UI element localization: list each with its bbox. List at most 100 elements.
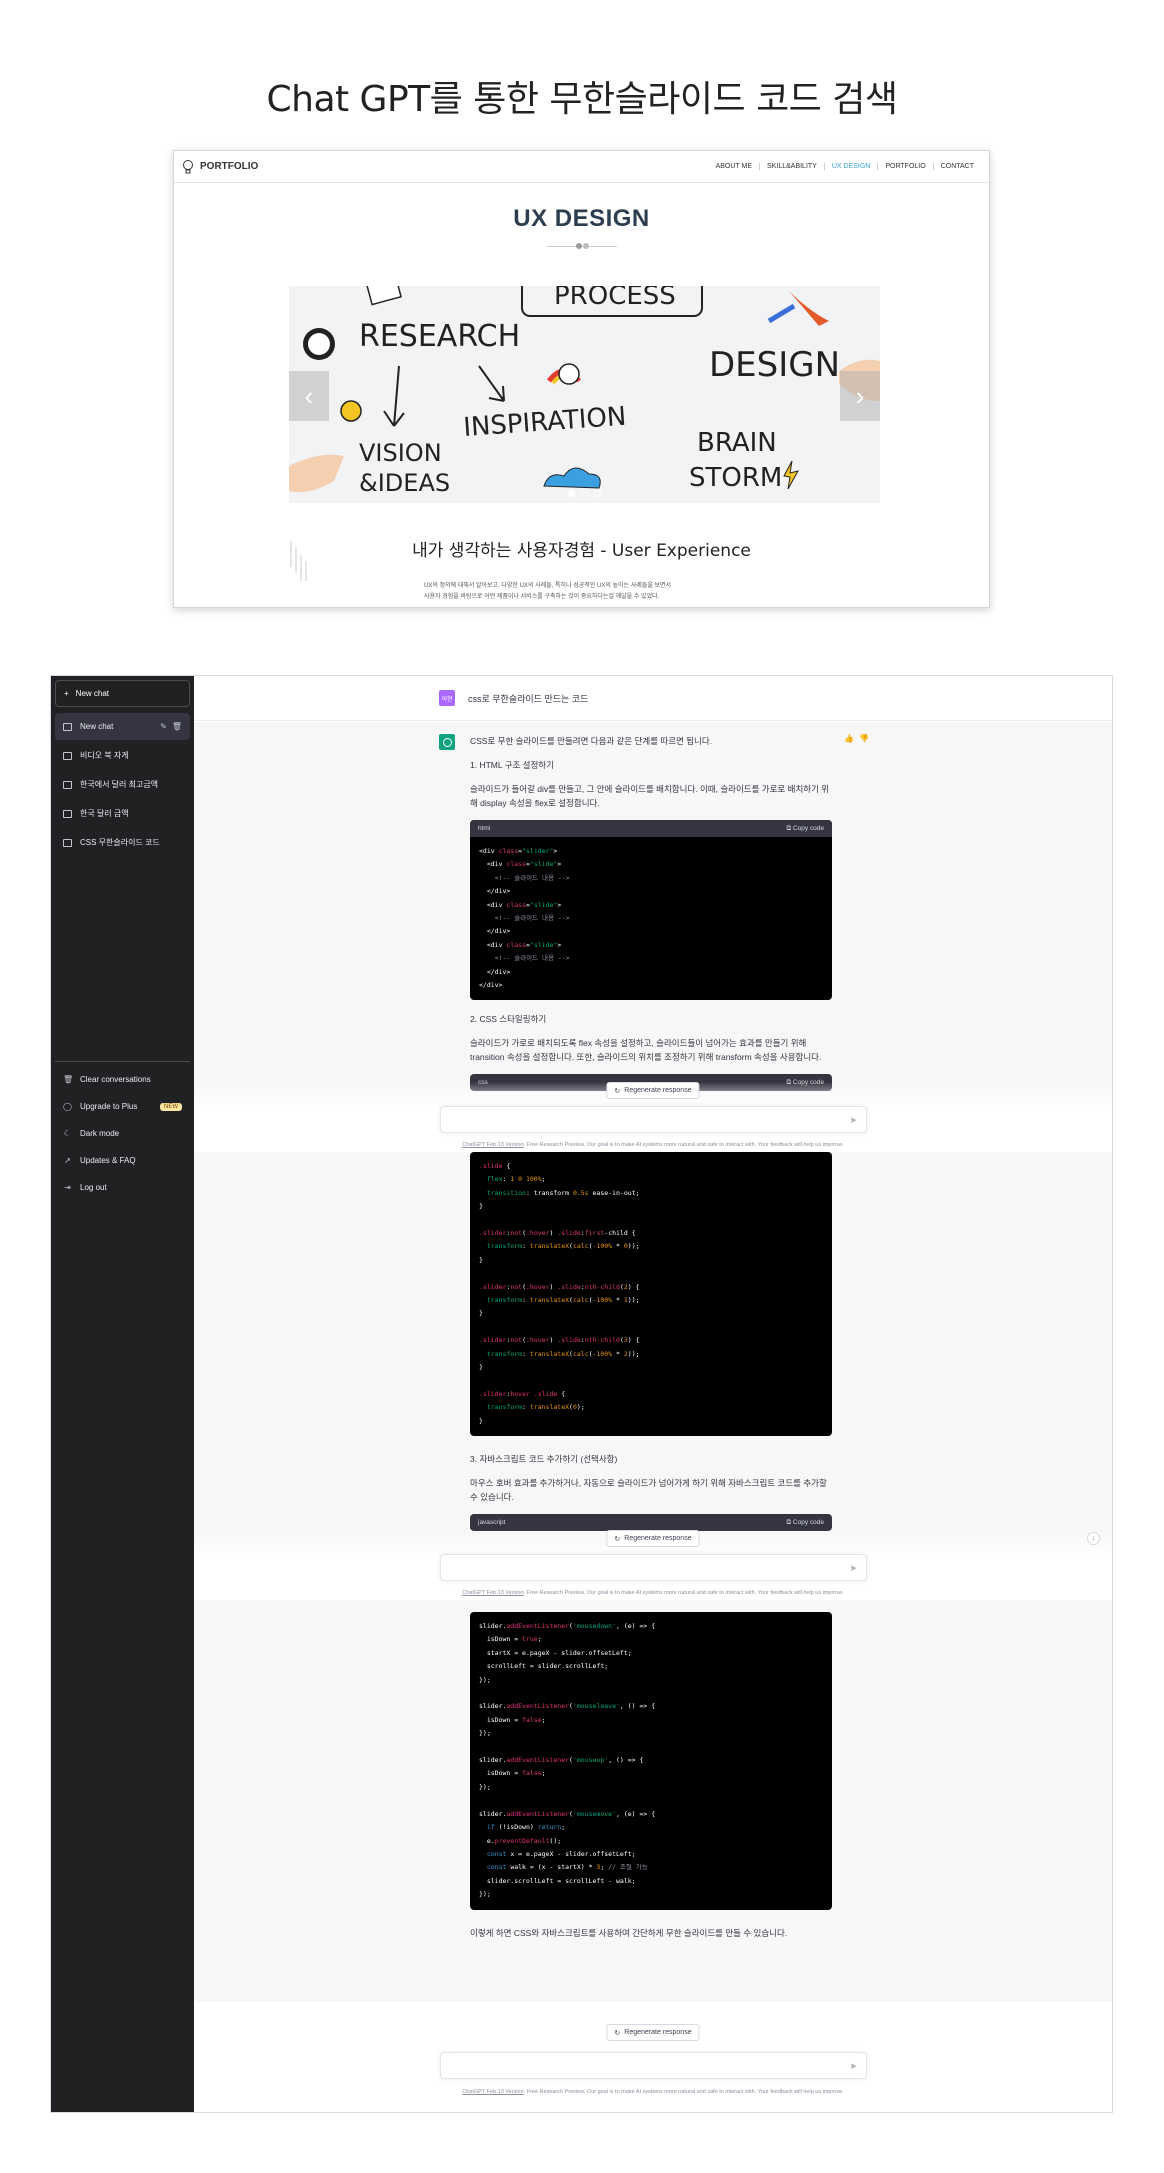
chat-bubble-icon [63, 722, 72, 731]
code-language: javascript [478, 1518, 506, 1526]
dark-mode-label: Dark mode [80, 1129, 120, 1138]
chat-history-list: New chat ✎ 🗑 비디오 북 자게 한국에서 달러 최고금액 한국 달러 … [55, 713, 190, 856]
thumbs-down-icon[interactable]: 👎 [859, 734, 869, 743]
nav-contact[interactable]: CONTACT [932, 163, 981, 170]
lightbulb-icon [183, 159, 193, 173]
step-3-body: 마우스 호버 효과를 추가하거나, 자동으로 슬라이드가 넘어가게 하기 위해 … [470, 1478, 827, 1503]
scroll-down-button[interactable]: ↓ [1087, 1532, 1100, 1545]
thumbs-up-icon[interactable]: 👍 [844, 734, 854, 743]
portfolio-heading: UX DESIGN [513, 205, 650, 232]
version-link[interactable]: ChatGPT Feb 13 Version [462, 1142, 523, 1148]
portfolio-subtitle: 내가 생각하는 사용자경험 - User Experience [412, 541, 751, 561]
footnote-text: . Free Research Preview. Our goal is to … [523, 2089, 844, 2095]
sidebar-item-label: 비디오 북 자게 [80, 751, 129, 760]
slider-prev-button[interactable]: ‹ [289, 371, 329, 421]
chat-bubble-icon [63, 809, 72, 818]
sidebar-item-dollar-max[interactable]: 한국에서 달러 최고금액 [55, 771, 190, 798]
chat-bubble-icon [63, 751, 72, 760]
new-badge: NEW [160, 1102, 182, 1111]
sidebar-item-label: 한국에서 달러 최고금액 [80, 780, 159, 789]
chat-bubble-icon [63, 780, 72, 789]
nav-portfolio[interactable]: PORTFOLIO [877, 163, 932, 170]
copy-code-button[interactable]: ⧉ Copy code [786, 1516, 824, 1530]
sidebar-item-dollar-amount[interactable]: 한국 달러 금액 [55, 800, 190, 827]
portfolio-screenshot: PORTFOLIO ABOUT ME SKILL&ABILITY UX DESI… [173, 150, 990, 608]
slide-word-storm: STORM [689, 463, 782, 493]
trash-icon: 🗑 [63, 1075, 74, 1084]
assistant-intro: CSS로 무한 슬라이드를 만들려면 다음과 같은 단계를 따르면 됩니다. [470, 736, 713, 746]
arrow-down-icon: ↓ [1091, 1535, 1096, 1542]
composer-area: ↻ Regenerate response ➤ ChatGPT Feb 13 Ve… [194, 2002, 1112, 2112]
new-chat-button[interactable]: + New chat [55, 680, 190, 707]
regenerate-label: Regenerate response [624, 2029, 692, 2036]
code-block-js-header: javascript ⧉ Copy code [470, 1514, 832, 1532]
sidebar-item-css-slide[interactable]: CSS 무한슬라이드 코드 [55, 829, 190, 856]
refresh-icon: ↻ [614, 1535, 621, 1543]
page-title: Chat GPT를 통한 무한슬라이드 코드 검색 [266, 79, 898, 120]
slider-dot-3[interactable] [594, 490, 601, 497]
sidebar-item-new-chat[interactable]: New chat ✎ 🗑 [55, 713, 190, 740]
slider-dot-2[interactable] [581, 490, 588, 497]
footnote: ChatGPT Feb 13 Version. Free Research Pr… [194, 1590, 1112, 1596]
step-2-body: 슬라이드가 가로로 배치되도록 flex 속성을 설정하고, 슬라이드들이 넘어… [470, 1038, 822, 1063]
message-input[interactable]: ➤ [440, 1554, 867, 1581]
nav-skill-ability[interactable]: SKILL&ABILITY [759, 163, 824, 170]
external-link-icon: ↗ [64, 1156, 71, 1165]
chatgpt-window: + New chat New chat ✎ 🗑 비디오 북 자게 한국에서 달러 … [50, 675, 1113, 2113]
plus-icon: + [64, 689, 69, 698]
upgrade-plus-button[interactable]: ◯ Upgrade to Plus NEW [55, 1093, 190, 1120]
message-input[interactable]: ➤ [440, 2052, 867, 2079]
slider-dots [289, 490, 880, 497]
version-link[interactable]: ChatGPT Feb 13 Version [462, 1590, 523, 1596]
regenerate-label: Regenerate response [624, 1087, 692, 1094]
logout-button[interactable]: ⇥ Log out [55, 1174, 190, 1201]
ux-process-illustration: PROCESS RESEARCH DESIGN INSPIRATION VISI… [289, 286, 880, 503]
code-language: html [478, 824, 491, 832]
regenerate-response-button[interactable]: ↻ Regenerate response [606, 1530, 700, 1547]
footnote-text: . Free Research Preview. Our goal is to … [523, 1142, 844, 1148]
portfolio-header: PORTFOLIO ABOUT ME SKILL&ABILITY UX DESI… [174, 151, 989, 183]
version-link[interactable]: ChatGPT Feb 13 Version [462, 2089, 523, 2095]
code-block-css: .slide { flex: 1 0 100%; transition: tra… [470, 1152, 832, 1437]
slide-word-brain: BRAIN [697, 428, 777, 458]
portfolio-logo-text: PORTFOLIO [200, 161, 259, 172]
send-icon[interactable]: ➤ [849, 1563, 857, 1574]
nav-ux-design[interactable]: UX DESIGN [823, 163, 878, 170]
nav-about-me[interactable]: ABOUT ME [709, 163, 759, 170]
chatgpt-avatar [439, 734, 455, 750]
user-message-row: 이현 css로 무한슬라이드 만드는 코드 [194, 676, 1112, 721]
footnote-text: . Free Research Preview. Our goal is to … [523, 1590, 844, 1596]
edit-icon[interactable]: ✎ [160, 722, 167, 731]
send-icon[interactable]: ➤ [849, 2061, 857, 2072]
regenerate-response-button[interactable]: ↻ Regenerate response [606, 1082, 700, 1099]
trash-icon[interactable]: 🗑 [172, 722, 182, 731]
heading-divider [546, 241, 617, 251]
copy-code-button[interactable]: ⧉ Copy code [786, 822, 824, 836]
message-input[interactable]: ➤ [440, 1106, 867, 1133]
sidebar-item-video-book[interactable]: 비디오 북 자게 [55, 742, 190, 769]
footnote: ChatGPT Feb 13 Version. Free Research Pr… [194, 1142, 1112, 1148]
sidebar: + New chat New chat ✎ 🗑 비디오 북 자게 한국에서 달러 … [51, 676, 194, 2112]
user-message: css로 무한슬라이드 만드는 코드 [468, 693, 589, 704]
portfolio-description-line: UX의 정의에 대해서 알아보고, 다양한 UX의 사례들, 특히나 성공적인 … [424, 583, 672, 589]
regenerate-label: Regenerate response [624, 1535, 692, 1542]
updates-faq-link[interactable]: ↗ Updates & FAQ [55, 1147, 190, 1174]
code-block-js: slider.addEventListener('mousedown', (e)… [470, 1612, 832, 1910]
logout-label: Log out [80, 1183, 107, 1192]
slider-dot-1[interactable] [568, 490, 575, 497]
slider-next-button[interactable]: › [840, 371, 880, 421]
dark-mode-button[interactable]: ☾ Dark mode [55, 1120, 190, 1147]
sidebar-item-label: CSS 무한슬라이드 코드 [80, 838, 160, 847]
copy-code-label: Copy code [792, 824, 824, 832]
chat-main: 이현 css로 무한슬라이드 만드는 코드 👍 👎 CSS로 무한 슬라이드를 만… [194, 676, 1112, 2112]
clear-conversations-button[interactable]: 🗑 Clear conversations [55, 1066, 190, 1093]
composer-area: ↻ Regenerate response ➤ ChatGPT Feb 13 Ve… [194, 1082, 1112, 1152]
user-avatar: 이현 [439, 690, 455, 706]
refresh-icon: ↻ [614, 1087, 621, 1095]
updates-faq-label: Updates & FAQ [80, 1156, 136, 1165]
code-block-html: html ⧉ Copy code <div class="slider"> <di… [470, 820, 832, 1001]
portfolio-logo[interactable]: PORTFOLIO [182, 159, 258, 175]
send-icon[interactable]: ➤ [849, 1115, 857, 1126]
regenerate-response-button[interactable]: ↻ Regenerate response [606, 2024, 700, 2041]
code-body: .slide { flex: 1 0 100%; transition: tra… [479, 1162, 640, 1425]
